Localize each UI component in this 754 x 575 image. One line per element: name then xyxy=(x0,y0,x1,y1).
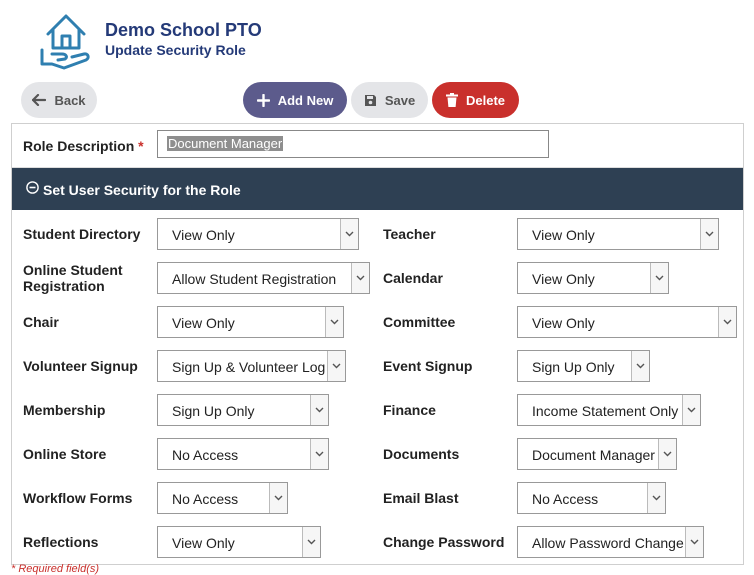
organization-name: Demo School PTO xyxy=(105,20,262,40)
role-form-panel: Role Description * Document Manager Set … xyxy=(11,123,744,565)
field-label-volunteer-signup: Volunteer Signup xyxy=(23,358,138,374)
field-label-teacher: Teacher xyxy=(383,226,436,242)
required-fields-note: * Required field(s) xyxy=(11,563,100,575)
select-value: Sign Up & Volunteer Log xyxy=(172,359,326,375)
select-online-student-registration[interactable]: Allow Student Registration xyxy=(157,262,370,294)
select-value: Sign Up Only xyxy=(172,403,255,419)
select-chair[interactable]: View Only xyxy=(157,306,344,338)
add-new-button[interactable]: Add New xyxy=(243,82,347,118)
chevron-down-icon xyxy=(325,307,343,337)
select-value: Allow Student Registration xyxy=(172,271,337,287)
select-value: No Access xyxy=(172,447,239,463)
select-email-blast[interactable]: No Access xyxy=(517,482,666,514)
field-label-finance: Finance xyxy=(383,402,436,418)
field-label-reflections: Reflections xyxy=(23,534,99,550)
select-value: View Only xyxy=(172,227,235,243)
select-value: Sign Up Only xyxy=(532,359,615,375)
trash-icon xyxy=(445,93,458,107)
role-description-row: Role Description * Document Manager xyxy=(12,124,743,168)
select-value: Income Statement Only xyxy=(532,403,679,419)
save-button[interactable]: Save xyxy=(351,82,428,118)
chevron-down-icon xyxy=(269,483,287,513)
role-description-input[interactable]: Document Manager xyxy=(157,130,549,158)
chevron-down-icon xyxy=(718,307,736,337)
chevron-down-icon xyxy=(631,351,649,381)
select-value: View Only xyxy=(172,315,235,331)
field-label-student-directory: Student Directory xyxy=(23,226,141,242)
field-label-chair: Chair xyxy=(23,314,59,330)
chevron-down-icon xyxy=(647,483,665,513)
field-label-membership: Membership xyxy=(23,402,106,418)
chevron-down-icon xyxy=(340,219,358,249)
chevron-down-icon xyxy=(327,351,345,381)
field-label-workflow-forms: Workflow Forms xyxy=(23,490,133,506)
chevron-down-icon xyxy=(685,527,703,557)
arrow-left-icon xyxy=(32,94,47,106)
select-calendar[interactable]: View Only xyxy=(517,262,669,294)
field-label-change-password: Change Password xyxy=(383,534,505,550)
select-value: View Only xyxy=(532,227,595,243)
chevron-down-icon xyxy=(682,395,700,425)
chevron-down-icon xyxy=(351,263,369,293)
field-label-event-signup: Event Signup xyxy=(383,358,473,374)
floppy-disk-icon xyxy=(364,94,376,106)
chevron-down-icon xyxy=(310,395,328,425)
select-teacher[interactable]: View Only xyxy=(517,218,719,250)
field-label-documents: Documents xyxy=(383,446,460,462)
chevron-down-icon xyxy=(650,263,668,293)
save-label: Save xyxy=(384,92,416,108)
select-value: Document Manager xyxy=(532,447,655,463)
chevron-down-icon xyxy=(310,439,328,469)
required-marker: * xyxy=(138,138,144,154)
back-label: Back xyxy=(54,92,86,108)
add-new-label: Add New xyxy=(277,92,334,108)
select-workflow-forms[interactable]: No Access xyxy=(157,482,288,514)
select-student-directory[interactable]: View Only xyxy=(157,218,359,250)
select-event-signup[interactable]: Sign Up Only xyxy=(517,350,650,382)
select-volunteer-signup[interactable]: Sign Up & Volunteer Log xyxy=(157,350,346,382)
select-value: View Only xyxy=(532,271,595,287)
plus-icon xyxy=(256,93,270,107)
house-in-hand-icon xyxy=(40,14,90,70)
select-reflections[interactable]: View Only xyxy=(157,526,321,558)
page-title: Update Security Role xyxy=(105,42,246,58)
field-label-email-blast: Email Blast xyxy=(383,490,459,506)
select-finance[interactable]: Income Statement Only xyxy=(517,394,701,426)
delete-button[interactable]: Delete xyxy=(432,82,519,118)
chevron-down-icon xyxy=(658,439,676,469)
select-membership[interactable]: Sign Up Only xyxy=(157,394,329,426)
role-description-label: Role Description * xyxy=(23,138,144,154)
role-description-label-text: Role Description xyxy=(23,138,135,154)
delete-label: Delete xyxy=(465,92,506,108)
chevron-down-icon xyxy=(302,527,320,557)
back-button[interactable]: Back xyxy=(21,82,97,118)
select-committee[interactable]: View Only xyxy=(517,306,737,338)
select-value: Allow Password Change xyxy=(532,535,684,551)
role-description-value: Document Manager xyxy=(167,136,284,151)
app-header: Demo School PTO Update Security Role xyxy=(38,10,638,70)
select-documents[interactable]: Document Manager xyxy=(517,438,677,470)
field-label-online-student-registration: Online Student Registration xyxy=(23,262,123,294)
section-title: Set User Security for the Role xyxy=(43,182,241,198)
circle-minus-icon xyxy=(26,181,39,194)
select-value: No Access xyxy=(172,491,239,507)
select-change-password[interactable]: Allow Password Change xyxy=(517,526,704,558)
field-label-online-store: Online Store xyxy=(23,446,107,462)
select-online-store[interactable]: No Access xyxy=(157,438,329,470)
user-security-section-header[interactable]: Set User Security for the Role xyxy=(12,168,743,210)
field-label-committee: Committee xyxy=(383,314,456,330)
select-value: View Only xyxy=(532,315,595,331)
select-value: View Only xyxy=(172,535,235,551)
select-value: No Access xyxy=(532,491,599,507)
chevron-down-icon xyxy=(700,219,718,249)
field-label-calendar: Calendar xyxy=(383,270,443,286)
